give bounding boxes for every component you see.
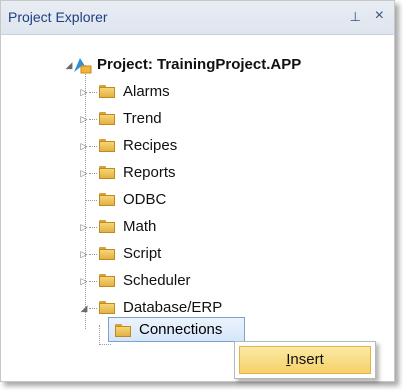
folder-icon <box>99 301 115 314</box>
panel-title: Project Explorer <box>8 9 108 25</box>
tree-guide-line <box>89 227 97 228</box>
expand-icon[interactable]: ▷ <box>79 222 89 232</box>
tree-item-label: Reports <box>123 164 176 181</box>
folder-icon <box>99 139 115 152</box>
tree-item-database-erp[interactable]: ◢ Database/ERP <box>1 297 391 319</box>
tree-item-label: Recipes <box>123 137 178 154</box>
tree-item-reports[interactable]: ▷ Reports <box>1 162 391 184</box>
tree-guide-line <box>89 254 97 255</box>
tree-item-label: Script <box>123 245 162 262</box>
tree-guide-line <box>85 200 97 201</box>
tree-item-trend[interactable]: ▷ Trend <box>1 108 391 130</box>
expand-icon[interactable]: ▷ <box>79 249 89 259</box>
close-icon[interactable]: × <box>375 7 384 25</box>
expand-icon[interactable]: ▷ <box>79 114 89 124</box>
tree-item-label: ODBC <box>123 191 167 208</box>
tree-item-label: Scheduler <box>123 272 191 289</box>
folder-icon <box>99 193 115 206</box>
tree-guide-line <box>89 119 97 120</box>
folder-icon <box>99 247 115 260</box>
insert-menu-item[interactable]: Insert <box>239 346 371 374</box>
tree-item-odbc[interactable]: ODBC <box>1 189 391 211</box>
tree-guide-line <box>89 92 97 93</box>
tree-item-label: Trend <box>123 110 162 127</box>
expand-icon[interactable]: ▷ <box>79 168 89 178</box>
tree-guide-line <box>89 281 97 282</box>
tree-guide-line <box>89 308 97 309</box>
tree-guide-line <box>89 173 97 174</box>
tree-item-label: Math <box>123 218 157 235</box>
tree-item-label: Database/ERP <box>123 299 223 316</box>
folder-icon <box>99 85 115 98</box>
tree-item-alarms[interactable]: ▷ Alarms <box>1 81 391 103</box>
folder-icon <box>99 220 115 233</box>
tree-item-label: Project: TrainingProject.APP <box>97 56 302 73</box>
collapse-icon[interactable]: ◢ <box>79 303 89 313</box>
panel-titlebar: Project Explorer ⊥ × <box>1 1 394 35</box>
tree-item-script[interactable]: ▷ Script <box>1 243 391 265</box>
tree-guide-line <box>89 146 97 147</box>
project-icon <box>72 56 92 74</box>
folder-icon <box>99 166 115 179</box>
tree-item-scheduler[interactable]: ▷ Scheduler <box>1 270 391 292</box>
expand-icon[interactable]: ▷ <box>79 87 89 97</box>
tree-item-recipes[interactable]: ▷ Recipes <box>1 135 391 157</box>
folder-icon <box>99 112 115 125</box>
tree-item-connections[interactable]: Connections <box>108 317 245 342</box>
expand-icon[interactable]: ▷ <box>79 141 89 151</box>
tree-item-root[interactable]: ◢ Project: TrainingProject.APP <box>1 54 391 76</box>
folder-icon <box>99 274 115 287</box>
project-explorer-panel: Project Explorer ⊥ × ◢ Project: Training… <box>0 0 395 382</box>
insert-label: nsert <box>290 351 324 368</box>
tree-item-label: Connections <box>139 321 223 338</box>
expand-icon[interactable]: ▷ <box>79 276 89 286</box>
context-menu: Insert <box>234 341 376 379</box>
tree-item-math[interactable]: ▷ Math <box>1 216 391 238</box>
tree-guide-line <box>99 344 111 345</box>
pin-icon[interactable]: ⊥ <box>350 9 361 25</box>
tree-item-label: Alarms <box>123 83 170 100</box>
tree-guide-line <box>99 325 100 345</box>
folder-icon <box>115 324 131 337</box>
